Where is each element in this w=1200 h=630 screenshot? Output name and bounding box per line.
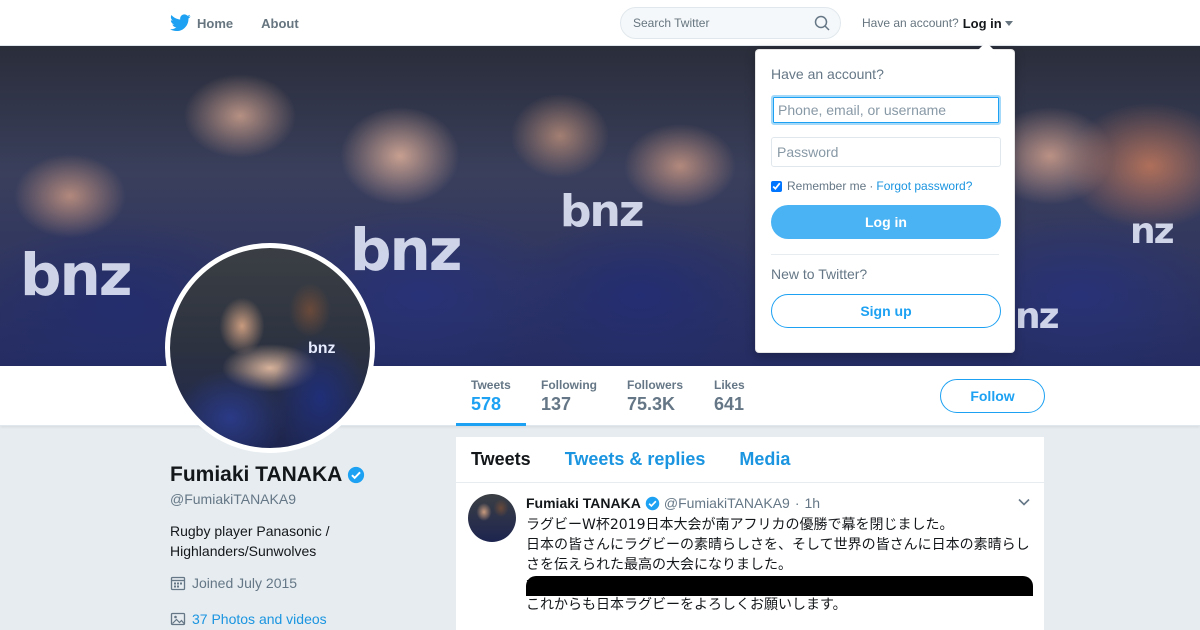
- tweet-separator: ·: [794, 495, 800, 511]
- new-to-twitter-text: New to Twitter?: [771, 266, 868, 282]
- login-dropdown: Have an account? Remember me · Forgot pa…: [755, 42, 1015, 353]
- forgot-password-link[interactable]: Forgot password?: [876, 179, 972, 193]
- profile-avatar[interactable]: bnz: [165, 243, 375, 453]
- nav-home-link[interactable]: Home: [170, 14, 233, 32]
- profile-name-text: Fumiaki TANAKA: [170, 463, 343, 486]
- tab-tweets[interactable]: Tweets: [471, 449, 531, 470]
- stat-value: 578: [471, 394, 502, 414]
- top-navigation-bar: Home About Have an account? Log in: [0, 0, 1200, 46]
- tab-media[interactable]: Media: [739, 449, 790, 470]
- timeline: Tweets Tweets & replies Media Fumiaki TA…: [456, 437, 1044, 630]
- profile-joined-date: Joined July 2015: [170, 575, 297, 591]
- profile-name[interactable]: Fumiaki TANAKA: [170, 463, 365, 487]
- nav-left: Home About: [170, 0, 327, 46]
- avatar-sponsor-logo: bnz: [308, 340, 336, 357]
- stat-label: Tweets: [471, 378, 511, 392]
- follow-button[interactable]: Follow: [940, 379, 1045, 413]
- remember-me-checkbox[interactable]: [771, 180, 782, 192]
- caret-down-icon: [1004, 20, 1013, 26]
- stat-label: Likes: [714, 378, 745, 392]
- stat-following[interactable]: Following 137: [526, 366, 612, 426]
- remember-me-label[interactable]: Remember me: [787, 179, 866, 193]
- banner-sponsor-logo: bnz: [560, 186, 644, 237]
- tweet-header: Fumiaki TANAKA @FumiakiTANAKA9 · 1h: [526, 494, 1032, 512]
- account-area: Have an account? Log in: [862, 0, 1013, 46]
- verified-icon: [645, 496, 660, 510]
- banner-sponsor-logo: nz: [1015, 296, 1060, 337]
- login-link-label: Log in: [962, 15, 1002, 31]
- search-icon[interactable]: [814, 15, 830, 31]
- search-input[interactable]: [633, 16, 803, 30]
- tweet-author-name[interactable]: Fumiaki TANAKA: [526, 495, 641, 511]
- timeline-tabs: Tweets Tweets & replies Media: [456, 437, 1044, 483]
- stat-value: 641: [714, 394, 745, 414]
- banner-sponsor-logo: nz: [1130, 211, 1175, 252]
- login-dropdown-heading: Have an account?: [771, 66, 884, 82]
- tweet-text: ラグビーW杯2019日本大会が南アフリカの優勝で幕を閉じました。 日本の皆さんに…: [526, 517, 1030, 613]
- twitter-bird-icon: [170, 14, 191, 32]
- tweet-author-handle[interactable]: @FumiakiTANAKA9: [664, 495, 790, 511]
- nav-about-link[interactable]: About: [261, 16, 299, 31]
- tweet-timestamp[interactable]: 1h: [805, 495, 821, 511]
- photos-and-videos-link[interactable]: 37 Photos and videos: [170, 611, 327, 627]
- profile-screen-name[interactable]: @FumiakiTANAKA9: [170, 491, 296, 507]
- banner-sponsor-logo: bnz: [20, 241, 133, 309]
- image-icon: [170, 612, 186, 626]
- photos-link-text: 37 Photos and videos: [192, 611, 327, 627]
- have-account-text: Have an account?: [862, 16, 959, 30]
- profile-bio: Rugby player Panasonic / Highlanders/Sun…: [170, 523, 330, 559]
- remember-row: Remember me · Forgot password?: [771, 179, 999, 193]
- tweet-media-preview[interactable]: [526, 576, 1033, 596]
- search-box[interactable]: [620, 7, 841, 39]
- joined-text: Joined July 2015: [192, 575, 298, 591]
- stat-value: 75.3K: [627, 394, 676, 414]
- stat-followers[interactable]: Followers 75.3K: [612, 366, 698, 426]
- signup-button[interactable]: Sign up: [771, 294, 1001, 328]
- stat-label: Following: [541, 378, 597, 392]
- login-button[interactable]: Log in: [771, 205, 1001, 239]
- chevron-down-icon[interactable]: [1018, 498, 1030, 506]
- stat-likes[interactable]: Likes 641: [699, 366, 760, 426]
- tab-tweets-and-replies[interactable]: Tweets & replies: [565, 449, 706, 470]
- stat-tweets[interactable]: Tweets 578: [456, 366, 526, 426]
- login-dropdown-toggle[interactable]: Log in: [963, 16, 1013, 31]
- password-field[interactable]: [771, 137, 1001, 167]
- stat-value: 137: [541, 394, 572, 414]
- nav-home-label: Home: [197, 15, 234, 31]
- tweet-avatar[interactable]: [468, 494, 516, 542]
- username-field[interactable]: [771, 95, 1001, 125]
- verified-icon: [348, 466, 365, 484]
- calendar-icon: [170, 576, 186, 591]
- banner-sponsor-logo: bnz: [350, 216, 463, 284]
- remember-separator: ·: [869, 179, 874, 193]
- dropdown-divider: [771, 254, 999, 255]
- stat-label: Followers: [627, 378, 684, 392]
